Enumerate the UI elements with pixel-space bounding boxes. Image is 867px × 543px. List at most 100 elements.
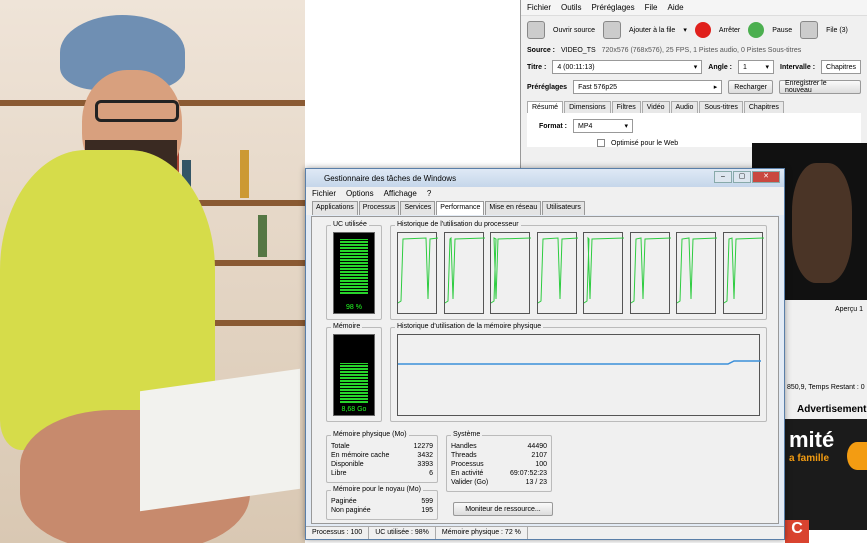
cpu-core-graph [629,232,671,314]
memory-group: Mémoire 8,68 Go [326,323,382,422]
tab-video[interactable]: Vidéo [641,101,670,113]
system-row-value: 13 / 23 [525,479,547,486]
resource-monitor-button[interactable]: Moniteur de ressource... [453,502,553,516]
system-row-value: 2107 [531,452,547,459]
cpu-core-graph [397,232,438,314]
phys-row-value: 3432 [417,452,433,459]
reload-button[interactable]: Recharger [728,80,773,94]
tm-menu-options[interactable]: Options [346,189,374,199]
kernel-row-value: 195 [421,507,433,514]
close-button[interactable]: ✕ [752,171,780,183]
pause-button[interactable]: Pause [772,27,792,34]
stop-button[interactable]: Arrêter [719,27,740,34]
tab-applications[interactable]: Applications [312,201,358,215]
kernel-title: Mémoire pour le noyau (Mo) [331,486,423,493]
tm-titlebar[interactable]: Gestionnaire des tâches de Windows – ▢ ✕ [306,169,784,187]
hb-menu-tools[interactable]: Outils [561,3,581,12]
phys-row: Totale 12279 [331,442,433,451]
memory-value: 8,68 Go [341,406,367,413]
handbrake-side-panel: Aperçu 1 850,9, Temps Restant : 0 [785,300,867,400]
system-row: Threads 2107 [451,451,547,460]
cpu-core-graph [676,232,717,314]
phys-row-value: 12279 [413,443,433,450]
progress-text: 850,9, Temps Restant : 0 [787,384,865,391]
tm-menu-file[interactable]: Fichier [312,189,336,199]
web-optimize-checkbox[interactable] [597,139,605,147]
preset-select[interactable]: Fast 576p25 ▸ [573,80,723,94]
hb-menu-file[interactable]: Fichier [527,3,551,12]
system-title: Système [451,431,483,438]
tab-processes[interactable]: Processus [358,201,400,215]
phys-row: Disponible 3393 [331,460,433,469]
hb-menu-help[interactable]: Aide [668,3,684,12]
tm-tabs: Applications Processus Services Performa… [306,201,784,215]
format-label: Format : [539,122,567,130]
task-manager-window: Gestionnaire des tâches de Windows – ▢ ✕… [305,168,785,540]
memory-history-group: Historique d'utilisation de la mémoire p… [390,323,767,422]
memory-history-line [398,360,761,365]
presets-label: Préréglages [527,83,568,91]
memory-history-graph [397,334,761,416]
handbrake-menubar: Fichier Outils Préréglages File Aide [521,0,867,16]
physical-memory-group: Mémoire physique (Mo) Totale 12279 En mémo… [326,431,438,483]
tab-services[interactable]: Services [400,201,436,215]
tab-chapters[interactable]: Chapitres [743,101,784,113]
tab-dimensions[interactable]: Dimensions [564,101,611,113]
add-queue-button[interactable]: Ajouter à la file [629,27,675,34]
taskbar-app-icon[interactable]: C [785,520,809,543]
maximize-button[interactable]: ▢ [733,171,751,183]
cpu-history-label: Historique de l'utilisation du processeu… [395,221,521,228]
advert-label: Advertisement [785,400,867,419]
tab-users[interactable]: Utilisateurs [542,201,585,215]
tab-performance[interactable]: Performance [436,201,485,215]
cpu-core-graph [722,232,764,314]
cpu-core-graph [536,232,578,314]
save-preset-button[interactable]: Enregistrer le nouveau [778,80,861,94]
cpu-usage-label: UC utilisée [331,221,369,228]
hb-menu-presets[interactable]: Préréglages [591,3,634,12]
film-icon[interactable] [527,21,545,39]
system-row-label: En activité [451,470,484,477]
ad-logo-icon [847,442,867,470]
system-row-value: 44490 [527,443,547,450]
kernel-memory-group: Mémoire pour le noyau (Mo) Paginée 599 Non… [326,486,438,520]
hb-menu-queue[interactable]: File [645,3,658,12]
queue-button[interactable]: File (3) [826,27,848,34]
source-info: 720x576 (768x576), 25 FPS, 1 Pistes audi… [601,47,802,54]
window-title: Gestionnaire des tâches de Windows [324,173,457,183]
queue-icon[interactable] [800,21,819,39]
tab-networking[interactable]: Mise en réseau [485,201,542,215]
add-queue-icon[interactable] [603,21,622,39]
system-row-value: 100 [535,461,547,468]
cpu-core-graph [443,232,485,314]
kernel-row-value: 599 [421,498,433,505]
phys-row-label: Totale [331,443,350,450]
tm-menu-help[interactable]: ? [427,189,431,199]
tab-audio[interactable]: Audio [670,101,699,113]
tm-menu-view[interactable]: Affichage [384,189,417,199]
tm-statusbar: Processus : 100 UC utilisée : 98% Mémoir… [306,526,784,539]
performance-panel: UC utilisée 98 % Historique de l'utilisa… [311,216,779,524]
tm-menubar: Fichier Options Affichage ? [306,187,784,201]
tab-filters[interactable]: Filtres [611,101,641,113]
pause-icon[interactable] [748,22,765,38]
phys-row: En mémoire cache 3432 [331,451,433,460]
kernel-row: Paginée 599 [331,497,433,506]
source-value: VIDEO_TS [561,47,596,54]
format-select[interactable]: MP4 ▾ [573,119,633,133]
status-memory: Mémoire physique : 72 % [436,527,528,539]
system-row-label: Valider (Go) [451,479,489,486]
stop-icon[interactable] [694,22,711,38]
tab-subtitles[interactable]: Sous-titres [699,101,743,113]
tab-summary[interactable]: Résumé [527,101,564,113]
interval-select[interactable]: Chapitres [821,60,861,74]
open-source-button[interactable]: Ouvrir source [553,27,595,34]
advertisement: Advertisement mité a famille [785,400,867,530]
minimize-button[interactable]: – [714,171,732,183]
system-row: Valider (Go) 13 / 23 [451,478,547,487]
phys-row-label: Disponible [331,461,364,468]
angle-select[interactable]: 1 ▾ [738,60,775,74]
system-row-label: Handles [451,443,477,450]
title-select[interactable]: 4 (00:11:13) ▾ [552,60,703,74]
interval-label: Intervalle : [780,63,816,71]
